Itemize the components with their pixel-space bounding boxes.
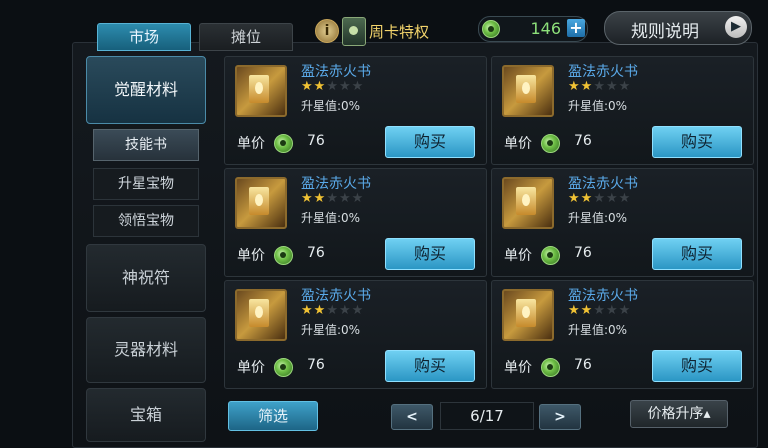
star-filled: ★★ xyxy=(301,303,327,318)
star-empty: ★★★ xyxy=(593,191,632,206)
star-value: 升星值:0% xyxy=(568,99,628,113)
star-filled: ★★ xyxy=(568,303,594,318)
price-value: 76 xyxy=(574,357,592,373)
price-label: 单价 xyxy=(504,248,532,264)
buy-button[interactable]: 购买 xyxy=(652,238,742,270)
star-rating: ★★★★★ xyxy=(568,191,631,206)
star-filled: ★★ xyxy=(568,191,594,206)
tab-stall[interactable]: 摊位 xyxy=(199,23,293,51)
item-name: 盈法赤火书 xyxy=(568,176,638,192)
sidebar-item-treasure-chest[interactable]: 宝箱 xyxy=(86,388,206,442)
price-value: 76 xyxy=(574,245,592,261)
item-card: 盈法赤火书 ★★★★★ 升星值:0% 单价 76 购买 xyxy=(491,280,754,389)
item-card: 盈法赤火书 ★★★★★ 升星值:0% 单价 76 购买 xyxy=(224,56,487,165)
item-card: 盈法赤火书 ★★★★★ 升星值:0% 单价 76 购买 xyxy=(491,168,754,277)
jade-coin-icon xyxy=(274,358,293,377)
star-empty: ★★★ xyxy=(326,191,365,206)
book-icon[interactable] xyxy=(235,289,287,341)
price-label: 单价 xyxy=(237,136,265,152)
buy-button[interactable]: 购买 xyxy=(385,350,475,382)
book-icon[interactable] xyxy=(502,65,554,117)
star-rating: ★★★★★ xyxy=(568,303,631,318)
next-page-button[interactable]: > xyxy=(539,404,581,430)
star-value: 升星值:0% xyxy=(301,211,361,225)
star-value: 升星值:0% xyxy=(568,323,628,337)
book-icon[interactable] xyxy=(502,289,554,341)
sidebar-item-artifact-materials[interactable]: 灵器材料 xyxy=(86,317,206,383)
sidebar-item-skill-book[interactable]: 技能书 xyxy=(93,129,199,161)
item-card: 盈法赤火书 ★★★★★ 升星值:0% 单价 76 购买 xyxy=(224,168,487,277)
price-value: 76 xyxy=(307,245,325,261)
item-name: 盈法赤火书 xyxy=(301,288,371,304)
currency-amount: 146 xyxy=(530,19,561,38)
play-arrow-icon: ▶ xyxy=(725,16,747,38)
star-rating: ★★★★★ xyxy=(301,303,364,318)
star-rating: ★★★★★ xyxy=(301,191,364,206)
rules-label: 规则说明 xyxy=(631,22,699,42)
item-card: 盈法赤火书 ★★★★★ 升星值:0% 单价 76 购买 xyxy=(224,280,487,389)
buy-button[interactable]: 购买 xyxy=(652,350,742,382)
item-name: 盈法赤火书 xyxy=(568,64,638,80)
star-empty: ★★★ xyxy=(326,79,365,94)
price-label: 单价 xyxy=(237,360,265,376)
info-icon[interactable]: i xyxy=(315,19,339,43)
sidebar-item-blessing-talisman[interactable]: 神祝符 xyxy=(86,244,206,312)
item-name: 盈法赤火书 xyxy=(568,288,638,304)
item-card: 盈法赤火书 ★★★★★ 升星值:0% 单价 76 购买 xyxy=(491,56,754,165)
star-value: 升星值:0% xyxy=(301,99,361,113)
star-value: 升星值:0% xyxy=(568,211,628,225)
star-rating: ★★★★★ xyxy=(301,79,364,94)
star-filled: ★★ xyxy=(301,191,327,206)
star-rating: ★★★★★ xyxy=(568,79,631,94)
book-icon[interactable] xyxy=(235,65,287,117)
book-icon[interactable] xyxy=(235,177,287,229)
jade-coin-icon xyxy=(482,20,500,38)
jade-coin-icon xyxy=(541,134,560,153)
buy-button[interactable]: 购买 xyxy=(652,126,742,158)
buy-button[interactable]: 购买 xyxy=(385,238,475,270)
sidebar-item-insight-treasure[interactable]: 领悟宝物 xyxy=(93,205,199,237)
price-value: 76 xyxy=(307,357,325,373)
rules-button[interactable]: 规则说明 ▶ xyxy=(604,11,752,45)
price-label: 单价 xyxy=(504,136,532,152)
add-currency-button[interactable]: + xyxy=(567,19,585,37)
price-value: 76 xyxy=(574,133,592,149)
item-name: 盈法赤火书 xyxy=(301,176,371,192)
star-filled: ★★ xyxy=(301,79,327,94)
jade-coin-icon xyxy=(274,134,293,153)
jade-coin-icon xyxy=(274,246,293,265)
jade-coin-icon xyxy=(541,358,560,377)
star-value: 升星值:0% xyxy=(301,323,361,337)
filter-button[interactable]: 筛选 xyxy=(228,401,318,431)
sidebar-item-star-treasure[interactable]: 升星宝物 xyxy=(93,168,199,200)
jade-coin-icon xyxy=(541,246,560,265)
price-value: 76 xyxy=(307,133,325,149)
sort-price-ascending-button[interactable]: 价格升序▴ xyxy=(630,400,728,428)
weekcard-icon[interactable] xyxy=(342,17,366,46)
star-empty: ★★★ xyxy=(593,79,632,94)
buy-button[interactable]: 购买 xyxy=(385,126,475,158)
page-indicator: 6/17 xyxy=(440,402,534,430)
tab-market[interactable]: 市场 xyxy=(97,23,191,51)
prev-page-button[interactable]: < xyxy=(391,404,433,430)
star-empty: ★★★ xyxy=(593,303,632,318)
currency-display: 146 + xyxy=(478,16,588,42)
weekcard-label[interactable]: 周卡特权 xyxy=(369,21,429,42)
price-label: 单价 xyxy=(504,360,532,376)
book-icon[interactable] xyxy=(502,177,554,229)
sidebar-item-awakening-materials[interactable]: 觉醒材料 xyxy=(86,56,206,124)
star-empty: ★★★ xyxy=(326,303,365,318)
item-name: 盈法赤火书 xyxy=(301,64,371,80)
star-filled: ★★ xyxy=(568,79,594,94)
price-label: 单价 xyxy=(237,248,265,264)
